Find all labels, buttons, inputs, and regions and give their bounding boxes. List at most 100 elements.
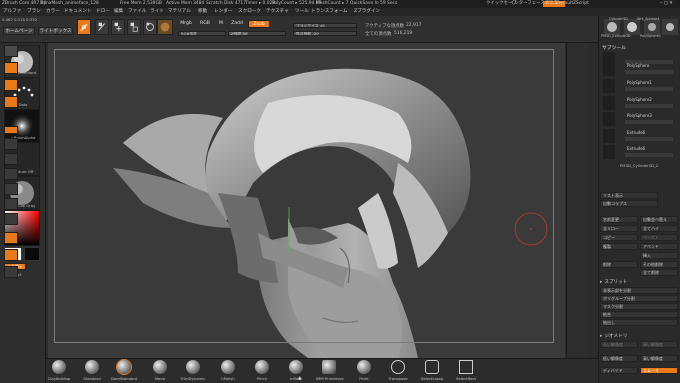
- subtool-item[interactable]: PolySphere1: [603, 79, 677, 95]
- brush-hpolish[interactable]: hPolish: [215, 360, 241, 381]
- brush-inflate[interactable]: Inflate: [283, 360, 309, 381]
- split-masked-button[interactable]: マスク分割: [600, 303, 678, 310]
- brush-selectrect[interactable]: SelectRect: [453, 360, 479, 381]
- z-intensity-slider[interactable]: Z強度 34: [228, 31, 286, 36]
- menu-brush[interactable]: ブラシ: [27, 8, 41, 16]
- all-low-button[interactable]: 全ミロー: [600, 225, 638, 232]
- edit-mode-button[interactable]: [77, 19, 91, 35]
- menu-texture[interactable]: テクスチャ: [266, 8, 289, 16]
- brush-selectlasso[interactable]: SelectLasso: [419, 360, 445, 381]
- window-controls[interactable]: – ▢ ✕: [660, 0, 673, 8]
- paste-button[interactable]: ペースト: [640, 234, 678, 241]
- brush-paint[interactable]: Paint: [351, 360, 377, 381]
- split-section-header[interactable]: スプリット: [600, 279, 678, 285]
- split-hidden-button[interactable]: 非表示部を分割: [600, 287, 678, 294]
- menu-material[interactable]: マテリアル: [168, 8, 191, 16]
- home-page-button[interactable]: ホームページ: [3, 27, 35, 35]
- mrgb-toggle[interactable]: Mrgb: [178, 20, 194, 28]
- menu-movie[interactable]: 移動: [198, 8, 207, 16]
- dock-persp-button[interactable]: [4, 126, 18, 134]
- brush-pinch[interactable]: Pinch: [249, 360, 275, 381]
- all-high-button[interactable]: 全てハイ: [640, 225, 678, 232]
- merge-button[interactable]: 結合: [600, 311, 678, 318]
- menu-render[interactable]: レンダー: [214, 8, 232, 16]
- zsub-toggle[interactable]: Zsub: [248, 20, 270, 28]
- brush-standard[interactable]: Standard: [79, 360, 105, 381]
- rgb-intensity-label: RGB強度: [181, 31, 197, 36]
- lower-res-button[interactable]: 低い解像度: [600, 341, 638, 348]
- dock-actual-button[interactable]: [4, 96, 18, 108]
- lower-res-button-2[interactable]: 低い解像度: [600, 355, 638, 362]
- subtool-item[interactable]: PolySphere: [603, 62, 677, 78]
- higher-res-button-2[interactable]: 高い解像度: [640, 355, 678, 362]
- brush-imm-primitives[interactable]: IMM Primitives: [316, 360, 344, 381]
- rgb-toggle[interactable]: RGB: [197, 20, 213, 28]
- dock-solo-button[interactable]: [4, 266, 18, 278]
- subtool-item[interactable]: PolySphere2: [603, 96, 677, 112]
- secondary-color-swatch[interactable]: [24, 247, 40, 261]
- menu-transform[interactable]: トランスフォーム: [311, 8, 348, 16]
- focal-shift-slider[interactable]: 焦点移動 -20: [293, 31, 357, 36]
- subtool-item[interactable]: Extrude6: [603, 129, 677, 145]
- brush-transpose[interactable]: Transpose: [385, 360, 411, 381]
- extract-button[interactable]: 抽出し: [600, 319, 678, 326]
- material-swatch[interactable]: [157, 19, 173, 35]
- delete-button[interactable]: 削除: [600, 261, 638, 268]
- brush-move[interactable]: Move: [147, 360, 173, 381]
- smooth-toggle[interactable]: スムース: [640, 367, 678, 374]
- dock-polyf-button[interactable]: [4, 232, 18, 244]
- higher-res-button[interactable]: 高い解像度: [640, 341, 678, 348]
- m-toggle[interactable]: M: [216, 20, 226, 28]
- auto-reorder-button[interactable]: 自動並べ替え: [640, 216, 678, 223]
- auto-collapse-button[interactable]: 自動コラプス: [600, 200, 658, 207]
- zadd-toggle[interactable]: Zadd: [228, 20, 246, 28]
- dock-frame-button[interactable]: [4, 183, 18, 195]
- rotate-mode-button[interactable]: [143, 19, 157, 35]
- dock-local-button[interactable]: [4, 153, 18, 165]
- dock-scroll-button[interactable]: [4, 62, 18, 74]
- lightbox-button[interactable]: ライトボックス: [38, 27, 73, 35]
- menu-light[interactable]: ライト: [150, 8, 164, 16]
- delete-all-button[interactable]: 全て削除: [640, 269, 678, 276]
- duplicate-button[interactable]: 複製: [600, 243, 638, 250]
- menu-edit[interactable]: 編集: [114, 8, 123, 16]
- brush-trimdynamic[interactable]: TrimDynamic: [180, 360, 206, 381]
- insert-button[interactable]: 挿入: [640, 252, 678, 259]
- list-all-button[interactable]: リスト表示: [600, 192, 658, 199]
- brush-size-slider[interactable]: ブラシサイズ 46: [293, 23, 357, 28]
- rename-button[interactable]: 名前変更: [600, 216, 638, 223]
- dock-transp-button[interactable]: [4, 249, 18, 261]
- menu-alpha[interactable]: アルファ: [3, 8, 21, 16]
- scale-mode-button[interactable]: [127, 19, 141, 35]
- dock-move-button[interactable]: [4, 198, 18, 210]
- delete-other-button[interactable]: その他削除: [640, 261, 678, 268]
- groups-split-button[interactable]: ポリグループ分割: [600, 295, 678, 302]
- draw-mode-button[interactable]: [95, 19, 109, 35]
- menu-stroke[interactable]: スクローク: [238, 8, 261, 16]
- geometry-section-header[interactable]: ジオメトリ: [600, 333, 678, 339]
- dock-xyz-button[interactable]: [4, 168, 18, 180]
- divide-button[interactable]: ディバイド: [600, 367, 638, 374]
- copy-button[interactable]: コピー: [600, 234, 638, 241]
- dock-bpr-button[interactable]: [4, 45, 18, 57]
- menu-zplugin[interactable]: Zプラグイン: [354, 8, 380, 16]
- subtool-item[interactable]: PolySphere3: [603, 112, 677, 128]
- dock-floor-button[interactable]: [4, 138, 18, 150]
- brush-claybuildup[interactable]: ClayBuildup: [46, 360, 72, 381]
- brush-damstandard[interactable]: DamStandard: [111, 360, 137, 381]
- menu-draw[interactable]: ドロー: [96, 8, 110, 16]
- move-mode-button[interactable]: [111, 19, 125, 35]
- move-icon: [114, 22, 122, 32]
- menu-color[interactable]: カラー: [46, 8, 60, 16]
- append-button[interactable]: アペンド: [640, 243, 678, 250]
- dock-scale-button[interactable]: [4, 213, 18, 225]
- shelf-expand-icon[interactable]: ▲: [298, 376, 301, 381]
- menu-file[interactable]: ファイル: [128, 8, 146, 16]
- menu-document[interactable]: ドキュメント: [64, 8, 92, 16]
- rgb-intensity-slider[interactable]: RGB強度: [178, 31, 226, 36]
- default-zscript-button[interactable]: DefaultZScript: [557, 0, 589, 8]
- material-sphere-icon: [160, 22, 170, 32]
- dock-zoom-button[interactable]: [4, 79, 18, 91]
- subtool-item[interactable]: Extrude6: [603, 145, 677, 161]
- menu-tool[interactable]: ツール: [295, 8, 309, 16]
